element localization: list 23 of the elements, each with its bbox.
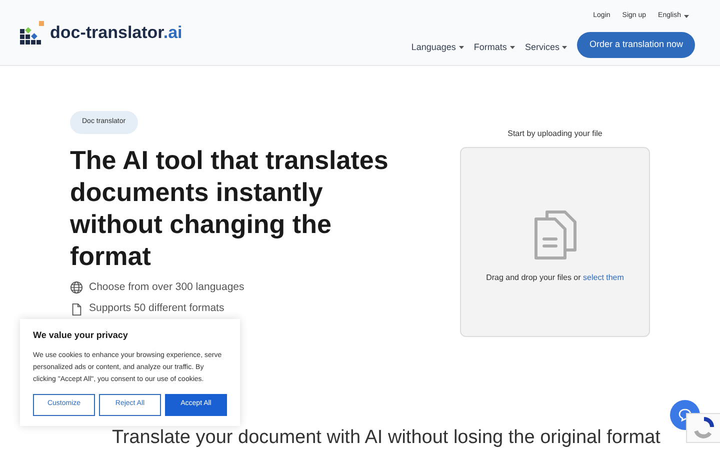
caret-icon: [562, 46, 568, 50]
file-icon: [70, 302, 83, 316]
documents-icon: [533, 210, 577, 260]
upload-dropzone[interactable]: Drag and drop your files or select them: [460, 147, 650, 337]
caret-icon: [458, 46, 464, 50]
recaptcha-icon: [686, 413, 720, 443]
nav-menu[interactable]: Services: [524, 41, 568, 54]
hero-title: The AI tool that translates documents instantly without changing the format: [70, 144, 390, 272]
select-files-link[interactable]: select them: [583, 273, 624, 282]
caret-icon: [684, 15, 689, 18]
logo-icon: [20, 20, 44, 44]
section-title: Translate your document with AI without losing the original format: [112, 427, 660, 449]
feature-text: Supports 50 different formats: [89, 301, 224, 316]
globe-icon: [70, 280, 83, 294]
feature-text: Choose from over 300 languages: [89, 280, 244, 294]
cookie-title: We value your privacy: [33, 329, 129, 342]
upload-title: Start by uploading your file: [508, 128, 602, 140]
drop-instructions: Drag and drop your files or select them: [486, 272, 624, 284]
logo-text[interactable]: doc-translator.ai: [50, 20, 182, 46]
nav-menu[interactable]: Formats: [474, 41, 515, 54]
caret-icon: [510, 46, 515, 50]
order-translation-button[interactable]: Order a translation now: [577, 32, 695, 58]
nav-menu[interactable]: Languages: [411, 41, 464, 54]
